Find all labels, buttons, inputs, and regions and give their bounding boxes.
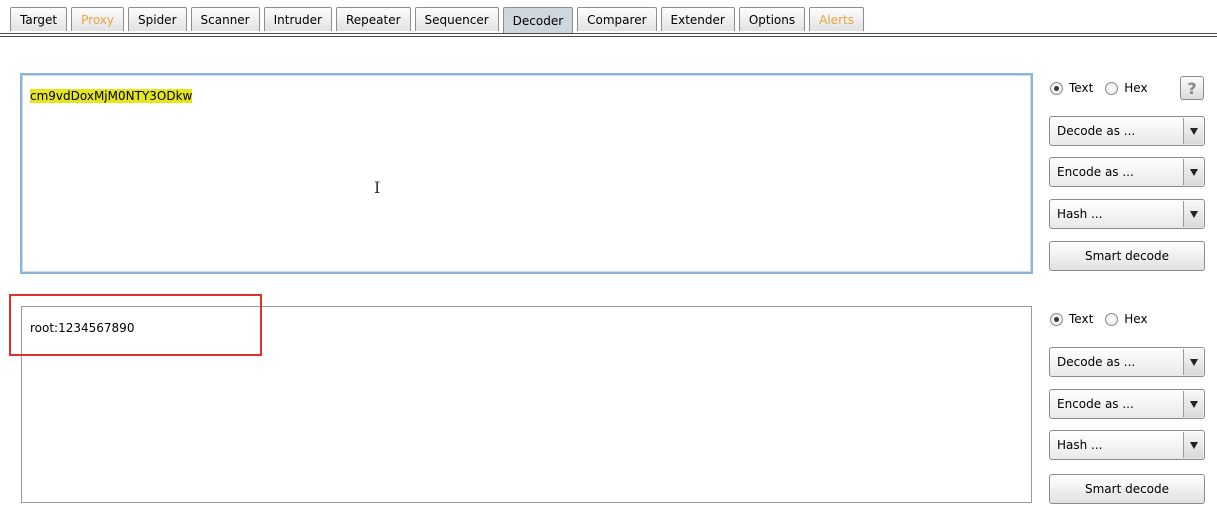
input-text-radio[interactable]: Text: [1050, 81, 1093, 95]
input-text: cm9vdDoxMjM0NTY3ODkw: [30, 89, 193, 103]
input-decode-as-select[interactable]: Decode as ...: [1049, 116, 1205, 146]
tab-alerts[interactable]: Alerts: [809, 7, 864, 31]
radio-unselected-icon: [1105, 81, 1119, 95]
output-smart-decode-button[interactable]: Smart decode: [1049, 474, 1205, 504]
input-hash-label: Hash ...: [1057, 207, 1103, 221]
output-hex-radio-label: Hex: [1124, 312, 1148, 326]
tab-spider[interactable]: Spider: [128, 7, 187, 31]
tab-intruder[interactable]: Intruder: [263, 7, 332, 31]
output-decode-as-select[interactable]: Decode as ...: [1049, 347, 1205, 377]
input-text-area[interactable]: cm9vdDoxMjM0NTY3ODkw: [20, 73, 1033, 274]
output-hash-select[interactable]: Hash ...: [1049, 430, 1205, 460]
tab-divider-secondary: [0, 36, 1217, 37]
output-hex-radio[interactable]: Hex: [1105, 312, 1148, 326]
output-hash-label: Hash ...: [1057, 438, 1103, 452]
chevron-down-icon: [1183, 159, 1203, 185]
tab-target[interactable]: Target: [10, 7, 68, 31]
input-encode-as-label: Encode as ...: [1057, 165, 1134, 179]
tab-decoder[interactable]: Decoder: [502, 7, 574, 33]
output-decode-as-label: Decode as ...: [1057, 355, 1136, 369]
chevron-down-icon: [1183, 349, 1203, 375]
input-hex-radio[interactable]: Hex: [1105, 81, 1148, 95]
help-button[interactable]: ?: [1180, 76, 1204, 100]
input-text-radio-label: Text: [1069, 81, 1094, 95]
tab-comparer[interactable]: Comparer: [577, 7, 657, 31]
chevron-down-icon: [1183, 391, 1203, 417]
tab-bar: Target Proxy Spider Scanner Intruder Rep…: [0, 0, 1217, 42]
output-format-radios: Text Hex: [1050, 312, 1160, 326]
text-cursor-icon: I: [374, 178, 381, 197]
input-hex-radio-label: Hex: [1124, 81, 1148, 95]
radio-selected-icon: [1050, 312, 1063, 326]
input-decode-as-label: Decode as ...: [1057, 124, 1136, 138]
chevron-down-icon: [1183, 201, 1203, 227]
output-encode-as-select[interactable]: Encode as ...: [1049, 389, 1205, 419]
tab-proxy[interactable]: Proxy: [71, 7, 124, 31]
chevron-down-icon: [1183, 118, 1203, 144]
tab-divider: [0, 33, 1217, 34]
input-smart-decode-button[interactable]: Smart decode: [1049, 241, 1205, 271]
tab-extender[interactable]: Extender: [660, 7, 735, 31]
radio-selected-icon: [1050, 81, 1063, 95]
input-encode-as-select[interactable]: Encode as ...: [1049, 157, 1205, 187]
tab-list: Target Proxy Spider Scanner Intruder Rep…: [10, 7, 868, 33]
tab-sequencer[interactable]: Sequencer: [414, 7, 499, 31]
output-encode-as-label: Encode as ...: [1057, 397, 1134, 411]
chevron-down-icon: [1183, 432, 1203, 458]
output-text-radio-label: Text: [1069, 312, 1094, 326]
output-text-radio[interactable]: Text: [1050, 312, 1093, 326]
radio-unselected-icon: [1105, 312, 1119, 326]
input-hash-select[interactable]: Hash ...: [1049, 199, 1205, 229]
input-format-radios: Text Hex: [1050, 81, 1160, 95]
tab-options[interactable]: Options: [738, 7, 806, 31]
tab-scanner[interactable]: Scanner: [190, 7, 260, 31]
tab-repeater[interactable]: Repeater: [335, 7, 411, 31]
highlight-annotation-box: [9, 294, 262, 356]
